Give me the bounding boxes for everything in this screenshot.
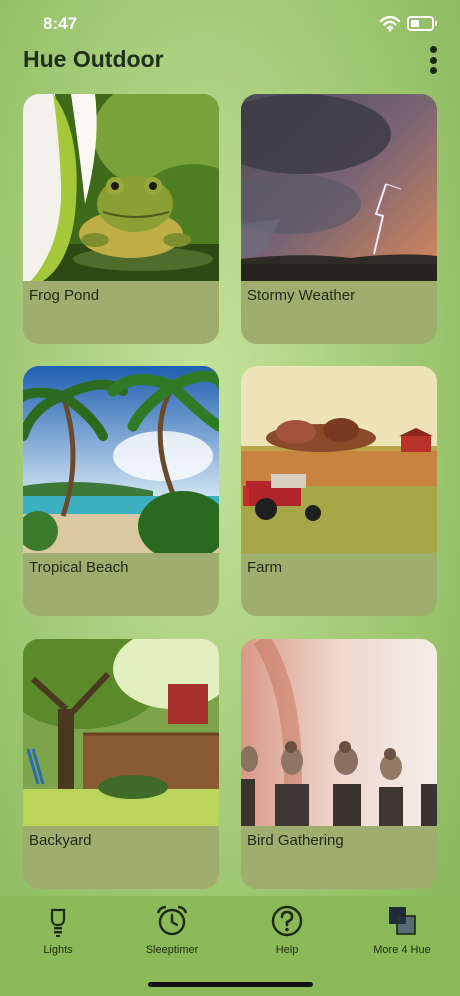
scene-card-tropical-beach[interactable]: Tropical Beach: [23, 366, 219, 616]
tab-lights[interactable]: Lights: [8, 904, 108, 964]
wifi-icon: [380, 16, 400, 32]
bird-gathering-image: [241, 639, 437, 826]
dot-icon: [429, 46, 437, 53]
status-time: 8:47: [43, 14, 78, 33]
scene-label: Stormy Weather: [247, 287, 356, 304]
tab-label: Help: [275, 944, 299, 956]
frog-pond-image: [23, 94, 219, 281]
scene-label: Tropical Beach: [29, 559, 129, 576]
tab-label: Lights: [43, 944, 73, 956]
tab-label: Sleeptimer: [145, 944, 199, 956]
backyard-image: [23, 639, 219, 826]
scene-label: Frog Pond: [29, 287, 100, 304]
scene-card-bird-gathering[interactable]: Bird Gathering: [241, 639, 437, 889]
home-indicator: [148, 982, 313, 987]
squares-icon: [389, 907, 416, 935]
status-bar: 8:47: [0, 0, 460, 48]
dot-icon: [429, 56, 437, 64]
scene-card-stormy-weather[interactable]: Stormy Weather: [241, 94, 437, 344]
stormy-weather-image: [241, 94, 437, 281]
tab-label: More 4 Hue: [373, 944, 431, 956]
tab-sleeptimer[interactable]: Sleeptimer: [122, 904, 222, 964]
scene-card-frog-pond[interactable]: Frog Pond: [23, 94, 219, 344]
alarm-clock-icon: [156, 905, 188, 936]
scene-card-backyard[interactable]: Backyard: [23, 639, 219, 889]
tab-bar: Lights Sleeptimer Help More 4 Hue: [0, 896, 460, 996]
scene-label: Bird Gathering: [247, 832, 344, 849]
scene-label: Farm: [247, 559, 282, 576]
battery-icon: [407, 16, 437, 31]
scene-card-farm[interactable]: Farm: [241, 366, 437, 616]
tab-more-4-hue[interactable]: More 4 Hue: [352, 904, 452, 964]
farm-image: [241, 366, 437, 553]
bulb-icon: [50, 908, 66, 937]
page-title: Hue Outdoor: [23, 46, 164, 72]
scene-label: Backyard: [29, 832, 92, 849]
more-options-button[interactable]: [424, 44, 442, 76]
dot-icon: [429, 67, 437, 74]
question-icon: [271, 905, 303, 937]
tropical-beach-image: [23, 366, 219, 553]
tab-help[interactable]: Help: [237, 904, 337, 964]
